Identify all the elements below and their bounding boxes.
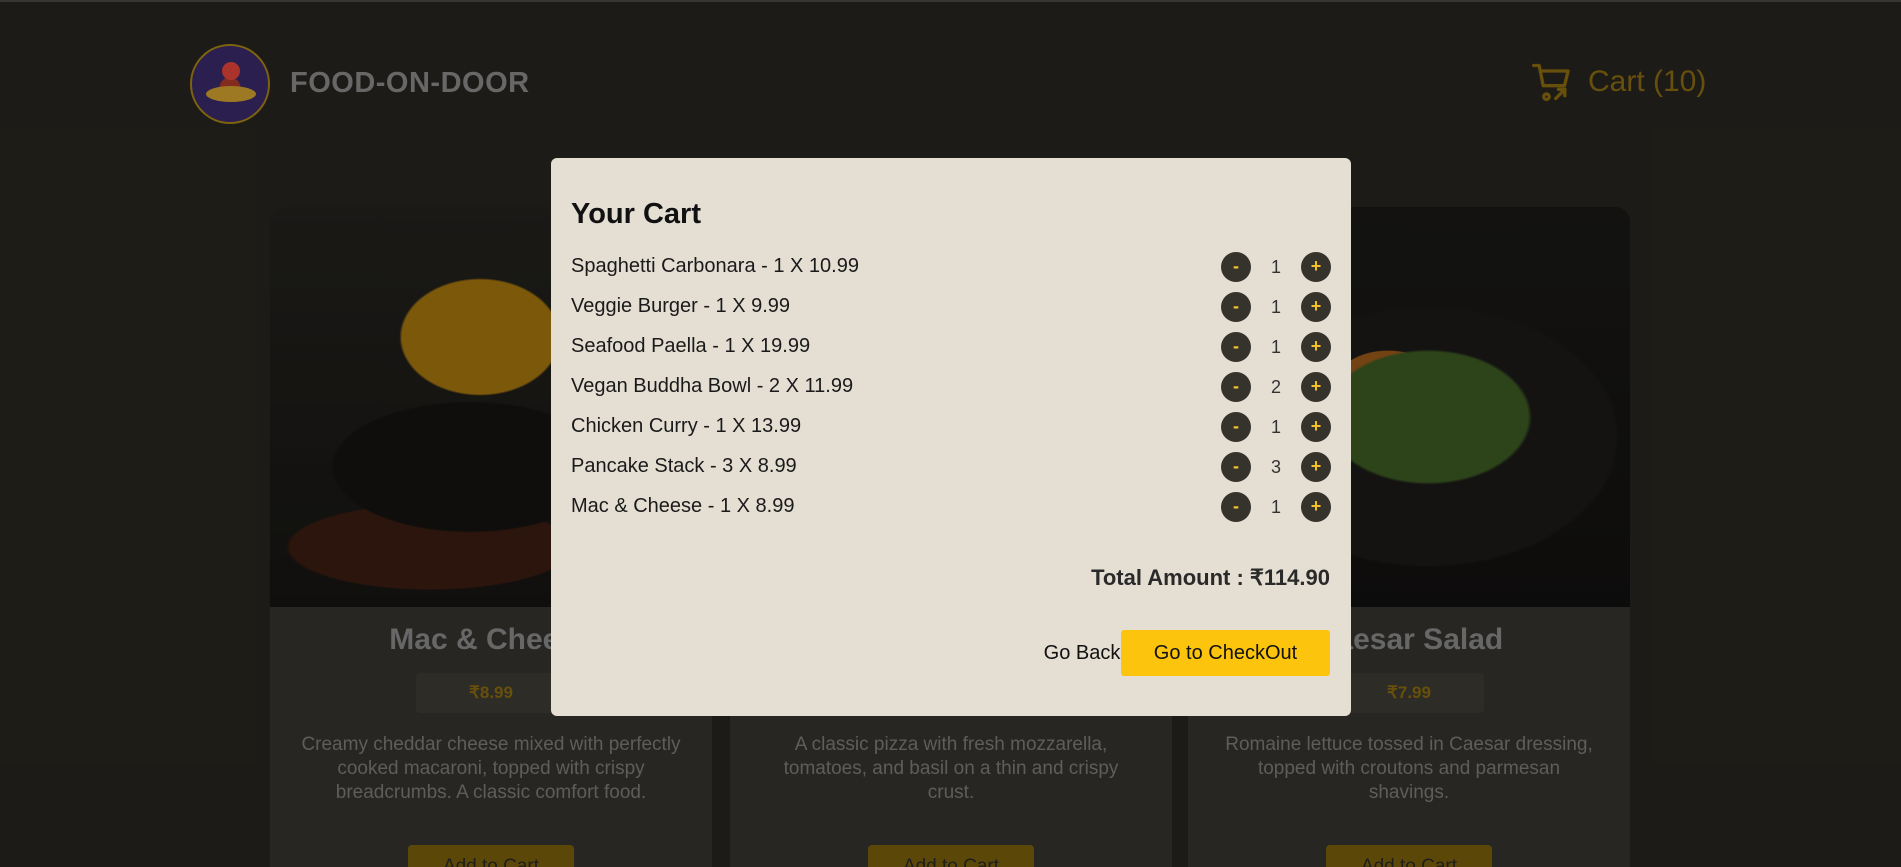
- decrement-button[interactable]: -: [1221, 292, 1251, 322]
- cart-item-label: Spaghetti Carbonara - 1 X 10.99: [571, 254, 859, 277]
- quantity-value: 3: [1270, 456, 1281, 477]
- quantity-stepper: - 1 +: [1221, 412, 1331, 442]
- quantity-stepper: - 3 +: [1221, 452, 1331, 482]
- cart-item-label: Chicken Curry - 1 X 13.99: [571, 414, 802, 437]
- cart-item: Mac & Cheese - 1 X 8.99 - 1 +: [571, 486, 1331, 526]
- cart-item-label: Mac & Cheese - 1 X 8.99: [571, 494, 795, 517]
- cart-item: Spaghetti Carbonara - 1 X 10.99 - 1 +: [571, 246, 1331, 286]
- cart-item-list: Spaghetti Carbonara - 1 X 10.99 - 1 + Ve…: [571, 246, 1331, 526]
- quantity-value: 1: [1270, 416, 1281, 437]
- decrement-button[interactable]: -: [1221, 252, 1251, 282]
- increment-button[interactable]: +: [1301, 372, 1331, 402]
- total-amount: Total Amount : ₹114.90: [1091, 565, 1330, 590]
- cart-item-label: Vegan Buddha Bowl - 2 X 11.99: [571, 374, 854, 397]
- cart-item-label: Pancake Stack - 3 X 8.99: [571, 454, 797, 477]
- cart-item: Vegan Buddha Bowl - 2 X 11.99 - 2 +: [571, 366, 1331, 406]
- cart-item: Veggie Burger - 1 X 9.99 - 1 +: [571, 286, 1331, 326]
- modal-title: Your Cart: [571, 198, 701, 230]
- increment-button[interactable]: +: [1301, 412, 1331, 442]
- increment-button[interactable]: +: [1301, 492, 1331, 522]
- quantity-stepper: - 1 +: [1221, 492, 1331, 522]
- decrement-button[interactable]: -: [1221, 452, 1251, 482]
- decrement-button[interactable]: -: [1221, 412, 1251, 442]
- cart-item: Chicken Curry - 1 X 13.99 - 1 +: [571, 406, 1331, 446]
- cart-modal: Your Cart Spaghetti Carbonara - 1 X 10.9…: [551, 158, 1351, 716]
- decrement-button[interactable]: -: [1221, 372, 1251, 402]
- quantity-stepper: - 2 +: [1221, 372, 1331, 402]
- increment-button[interactable]: +: [1301, 252, 1331, 282]
- cart-item: Pancake Stack - 3 X 8.99 - 3 +: [571, 446, 1331, 486]
- quantity-stepper: - 1 +: [1221, 292, 1331, 322]
- increment-button[interactable]: +: [1301, 332, 1331, 362]
- decrement-button[interactable]: -: [1221, 332, 1251, 362]
- cart-item-label: Veggie Burger - 1 X 9.99: [571, 294, 791, 317]
- quantity-value: 1: [1270, 336, 1281, 357]
- checkout-button[interactable]: Go to CheckOut: [1121, 630, 1330, 676]
- quantity-value: 1: [1270, 256, 1281, 277]
- decrement-button[interactable]: -: [1221, 492, 1251, 522]
- quantity-value: 2: [1270, 376, 1281, 397]
- cart-item-label: Seafood Paella - 1 X 19.99: [571, 334, 811, 357]
- cart-item: Seafood Paella - 1 X 19.99 - 1 +: [571, 326, 1331, 366]
- quantity-value: 1: [1270, 296, 1281, 317]
- quantity-stepper: - 1 +: [1221, 252, 1331, 282]
- increment-button[interactable]: +: [1301, 292, 1331, 322]
- quantity-value: 1: [1270, 496, 1281, 517]
- increment-button[interactable]: +: [1301, 452, 1331, 482]
- quantity-stepper: - 1 +: [1221, 332, 1331, 362]
